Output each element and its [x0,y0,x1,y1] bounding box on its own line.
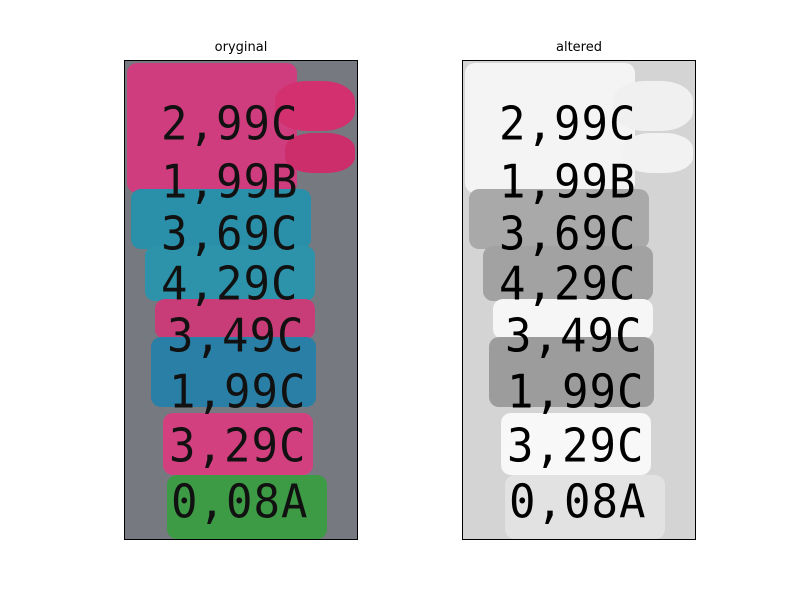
price-label: 0,08A [171,475,309,530]
price-label: 1,99B [499,155,637,210]
price-label: 4,29C [499,257,637,312]
price-label: 3,29C [507,419,645,474]
price-label: 1,99B [161,155,299,210]
price-label: 3,49C [167,309,305,364]
price-label: 3,69C [499,207,637,262]
price-label: 1,99C [169,365,307,420]
original-image-panel: 2,99C 1,99B 3,69C 4,29C 3,49C 1,99C 3,29… [124,60,358,540]
price-label: 2,99C [499,97,637,152]
price-label: 0,08A [509,475,647,530]
price-label: 2,99C [161,97,299,152]
price-label: 3,69C [161,207,299,262]
price-label: 4,29C [161,257,299,312]
panel-title-original: oryginal [214,40,268,55]
price-label: 3,29C [169,419,307,474]
panel-title-altered: altered [556,40,602,55]
price-label: 3,49C [505,309,643,364]
altered-image-panel: 2,99C 1,99B 3,69C 4,29C 3,49C 1,99C 3,29… [462,60,696,540]
price-label: 1,99C [507,365,645,420]
